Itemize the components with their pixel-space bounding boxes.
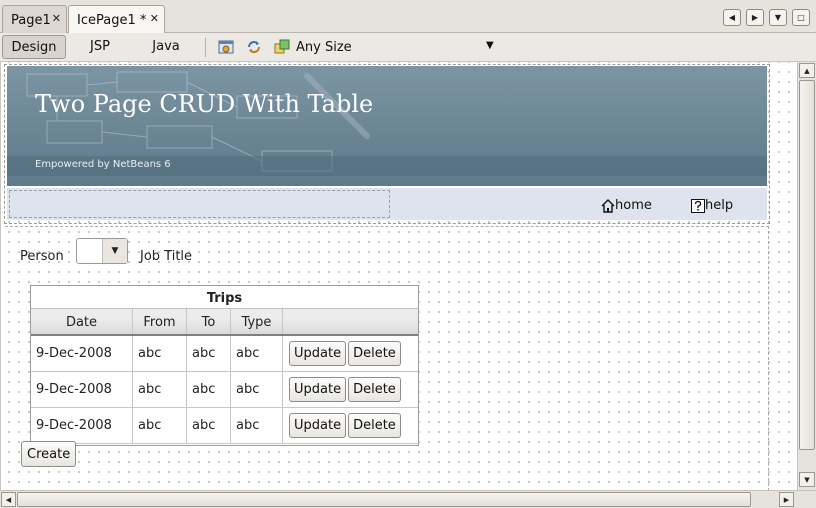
- home-icon: [601, 199, 615, 213]
- nav-placeholder-outline: [9, 190, 390, 218]
- design-canvas[interactable]: Two Page CRUD With Table Empowered by Ne…: [0, 62, 797, 490]
- scroll-left-icon[interactable]: ◀: [1, 492, 16, 507]
- update-button[interactable]: Update: [289, 377, 347, 402]
- delete-button[interactable]: Delete: [348, 341, 401, 366]
- column-header-actions: [283, 309, 418, 334]
- window-nav-buttons: ◀ ▶ ▼ □: [723, 9, 810, 26]
- column-header-type[interactable]: Type: [231, 309, 283, 334]
- person-label: Person: [20, 249, 64, 264]
- close-icon[interactable]: ✕: [52, 12, 61, 25]
- table-caption: Trips: [31, 286, 418, 309]
- cell-actions: Update Delete: [283, 336, 418, 371]
- target-size-icon[interactable]: [274, 39, 290, 55]
- tab-label: Page1: [11, 13, 51, 28]
- cell-actions: Update Delete: [283, 408, 418, 443]
- vertical-scroll-thumb[interactable]: [799, 80, 815, 450]
- preview-in-browser-icon[interactable]: [218, 39, 234, 55]
- home-link[interactable]: home: [601, 198, 652, 213]
- table-row: 9-Dec-2008 abc abc abc Update Delete: [31, 408, 418, 444]
- person-select[interactable]: ▼: [76, 238, 128, 264]
- chevron-down-icon[interactable]: ▼: [102, 239, 127, 263]
- cell-date: 9-Dec-2008: [31, 372, 133, 407]
- maximize-window-icon[interactable]: □: [792, 9, 810, 26]
- cell-date: 9-Dec-2008: [31, 408, 133, 443]
- page-navbar: home help: [7, 188, 767, 220]
- close-icon[interactable]: ✕: [150, 12, 159, 25]
- scroll-up-icon[interactable]: ▲: [799, 63, 815, 78]
- cell-type: abc: [231, 336, 283, 371]
- cell-type: abc: [231, 408, 283, 443]
- table-row: 9-Dec-2008 abc abc abc Update Delete: [31, 336, 418, 372]
- chevron-down-icon[interactable]: ▼: [486, 40, 494, 51]
- design-view-button[interactable]: Design: [2, 35, 66, 59]
- java-view-button[interactable]: Java: [142, 35, 190, 59]
- trips-table: Trips Date From To Type 9-Dec-2008 abc a…: [30, 285, 419, 446]
- show-opened-documents-icon[interactable]: ▼: [769, 9, 787, 26]
- help-icon: [691, 199, 705, 213]
- cell-to: abc: [187, 408, 231, 443]
- delete-button[interactable]: Delete: [348, 377, 401, 402]
- toolbar-separator: [205, 38, 206, 57]
- page-title: Two Page CRUD With Table: [35, 90, 374, 118]
- column-header-date[interactable]: Date: [31, 309, 133, 334]
- vertical-scrollbar[interactable]: ▲ ▼: [797, 62, 816, 490]
- cell-type: abc: [231, 372, 283, 407]
- update-button[interactable]: Update: [289, 341, 347, 366]
- column-header-from[interactable]: From: [133, 309, 187, 334]
- page-subtitle: Empowered by NetBeans 6: [35, 159, 171, 170]
- scroll-right-icon[interactable]: ▶: [779, 492, 794, 507]
- cell-from: abc: [133, 336, 187, 371]
- horizontal-scrollbar[interactable]: ◀ ▶: [0, 490, 816, 508]
- tab-page1[interactable]: Page1 ✕: [2, 5, 67, 33]
- page-banner: Two Page CRUD With Table Empowered by Ne…: [7, 66, 767, 186]
- cell-from: abc: [133, 408, 187, 443]
- horizontal-scroll-thumb[interactable]: [17, 492, 751, 507]
- job-title-label: Job Title: [140, 249, 193, 264]
- cell-from: abc: [133, 372, 187, 407]
- home-label: home: [615, 198, 652, 213]
- help-label: help: [705, 198, 734, 213]
- scroll-down-icon[interactable]: ▼: [799, 472, 815, 487]
- cell-actions: Update Delete: [283, 372, 418, 407]
- target-browser-size-select[interactable]: Any Size: [296, 40, 352, 55]
- delete-button[interactable]: Delete: [348, 413, 401, 438]
- tab-icepage1[interactable]: IcePage1 * ✕: [68, 5, 165, 34]
- refresh-icon[interactable]: [246, 39, 262, 55]
- create-button[interactable]: Create: [21, 441, 77, 467]
- scroll-left-icon[interactable]: ◀: [723, 9, 741, 26]
- table-header: Date From To Type: [31, 309, 418, 336]
- column-header-to[interactable]: To: [187, 309, 231, 334]
- designer-toolbar: Design JSP Java Any Size ▼: [0, 33, 816, 62]
- help-link[interactable]: help: [691, 198, 733, 213]
- table-row: 9-Dec-2008 abc abc abc Update Delete: [31, 372, 418, 408]
- editor-tab-strip: Page1 ✕ IcePage1 * ✕ ◀ ▶ ▼ □: [0, 0, 816, 34]
- cell-date: 9-Dec-2008: [31, 336, 133, 371]
- tab-label: IcePage1 *: [77, 13, 147, 28]
- cell-to: abc: [187, 336, 231, 371]
- scroll-right-icon[interactable]: ▶: [746, 9, 764, 26]
- cell-to: abc: [187, 372, 231, 407]
- jsp-view-button[interactable]: JSP: [78, 35, 122, 59]
- update-button[interactable]: Update: [289, 413, 347, 438]
